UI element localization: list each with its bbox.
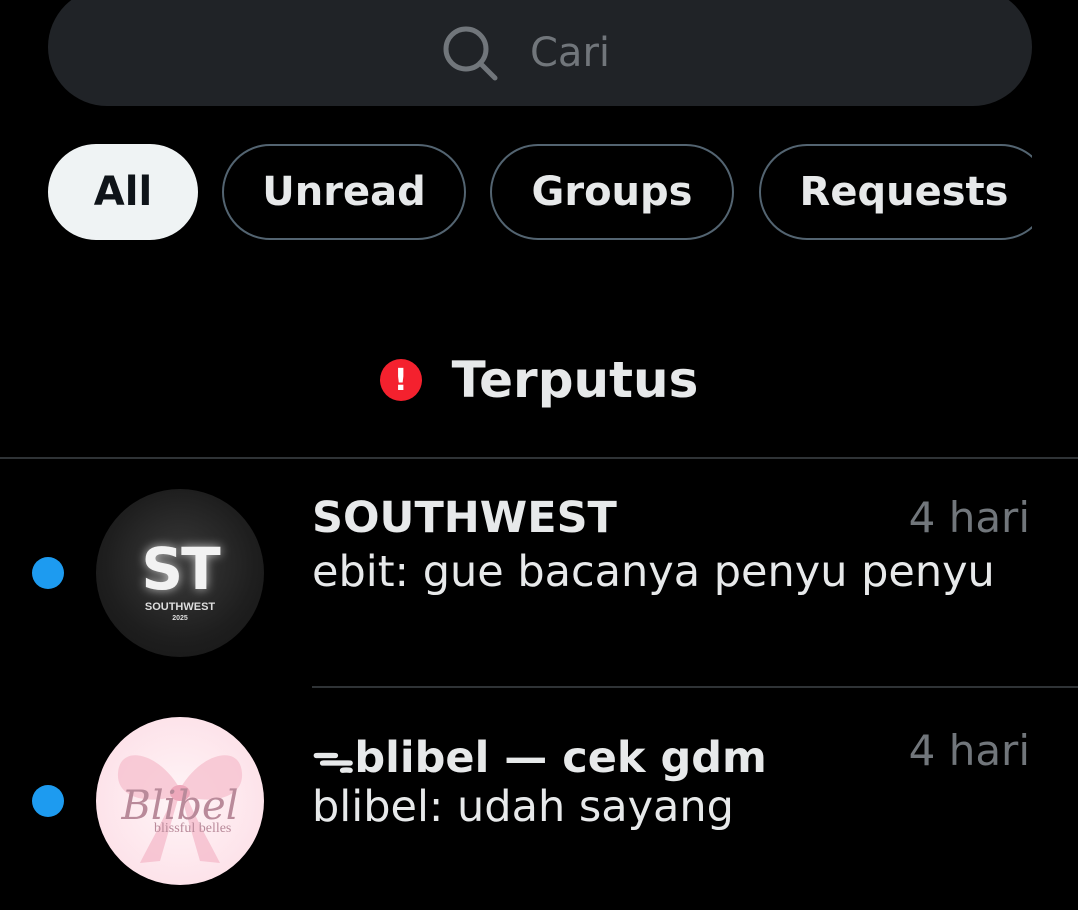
avatar-sub-text: blissful belles (154, 821, 232, 836)
conversation-time: 4 hari (908, 493, 1030, 542)
avatar[interactable]: ST SOUTHWEST 2025 (96, 489, 264, 657)
search-input[interactable] (530, 30, 640, 76)
avatar[interactable]: Blibel blissful belles (96, 717, 264, 885)
unread-indicator (32, 557, 64, 589)
avatar-sub-text: SOUTHWEST (144, 601, 216, 613)
status-text: Terputus (451, 351, 699, 409)
tab-requests[interactable]: Requests (759, 144, 1032, 240)
avatar-sub-year: 2025 (172, 615, 188, 622)
filter-tabs: All Unread Groups Requests (48, 144, 1032, 240)
avatar-logo-text: ST (141, 535, 220, 603)
message-preview: ebit: gue bacanya penyu penyu (312, 547, 995, 597)
conversation-time: 4 hari (908, 726, 1030, 775)
tab-groups[interactable]: Groups (490, 144, 734, 240)
message-preview: blibel: udah sayang (312, 782, 734, 832)
messages-screen: All Unread Groups Requests ! Terputus ST… (0, 0, 1078, 910)
conversation-item[interactable]: ST SOUTHWEST 2025 SOUTHWEST 4 hari ebit:… (0, 459, 1078, 687)
search-icon (443, 26, 498, 81)
conversation-item[interactable]: Blibel blissful belles ᯓblibel — cek gdm… (0, 688, 1078, 910)
conversation-name: SOUTHWEST (312, 493, 617, 543)
alert-icon: ! (379, 359, 422, 401)
tab-all[interactable]: All (48, 144, 198, 240)
conversation-name: ᯓblibel — cek gdm (312, 733, 767, 783)
connection-status: ! Terputus (0, 330, 1078, 430)
unread-indicator (32, 785, 64, 817)
tab-unread[interactable]: Unread (222, 144, 466, 240)
search-bar[interactable] (48, 0, 1032, 106)
